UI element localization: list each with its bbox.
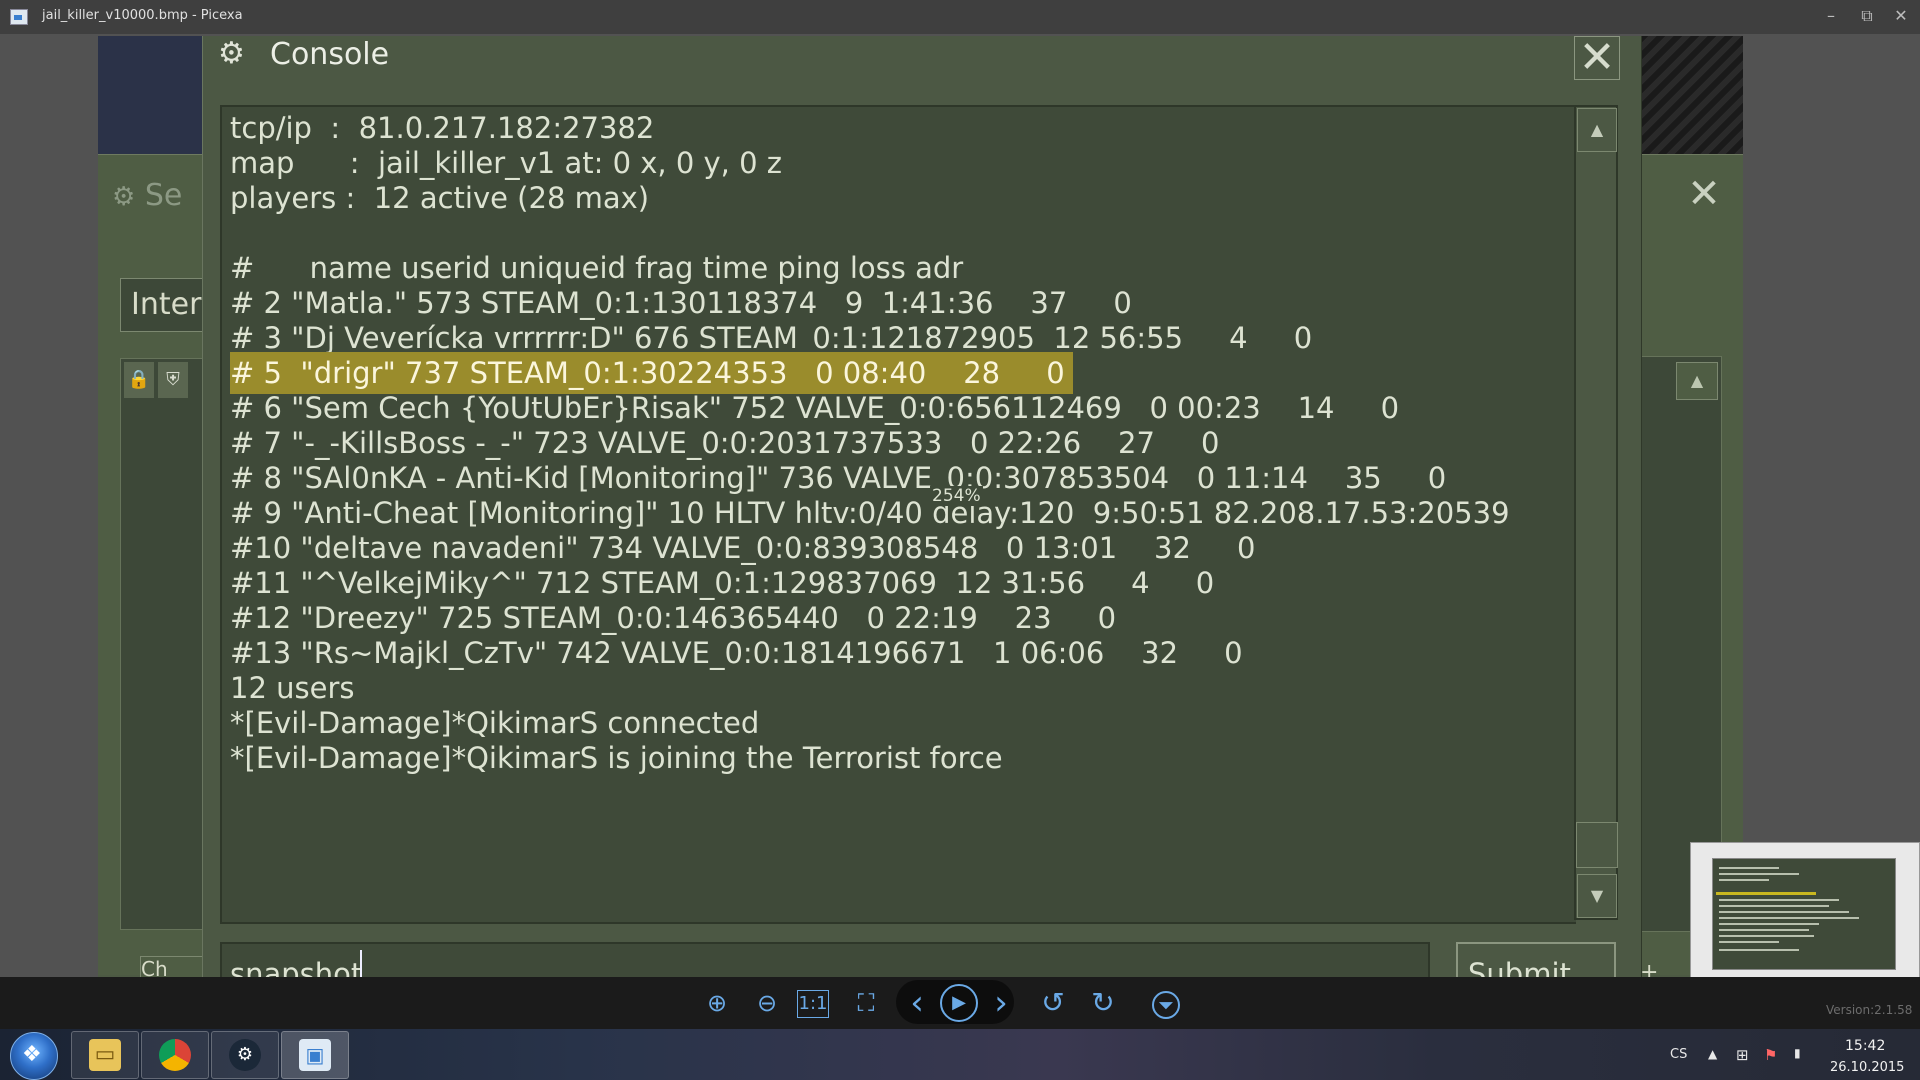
thumbnail-text-line (1719, 911, 1849, 913)
console-line: #13 "Rs~Majkl_CzTv" 742 VALVE_0:0:181419… (230, 636, 1243, 670)
more-options-icon[interactable]: ⏷ (1152, 991, 1180, 1019)
server-window-title: ⚙ Se (112, 178, 182, 213)
thumbnail-preview (1712, 858, 1896, 970)
console-line: players : 12 active (28 max) (230, 181, 650, 215)
rotate-left-icon[interactable]: ↺ (1034, 984, 1072, 1022)
steam-icon: ⚙ (112, 182, 136, 212)
minimize-button[interactable]: – (1818, 4, 1844, 28)
server-list-panel (120, 358, 204, 930)
server-scroll-up-button[interactable]: ▲ (1676, 362, 1718, 400)
thumbnail-text-line (1719, 905, 1829, 907)
console-title: Console (270, 37, 390, 72)
clock-date[interactable]: 26.10.2015 (1830, 1060, 1904, 1075)
thumbnail-text-line (1719, 949, 1799, 951)
play-slideshow-icon[interactable]: ▶ (940, 984, 978, 1022)
thumbnail-text-line (1719, 929, 1809, 931)
steam-icon: ⚙ (218, 36, 245, 71)
console-output[interactable]: tcp/ip : 81.0.217.182:27382 map : jail_k… (220, 105, 1576, 924)
restore-button[interactable]: ⧉ (1854, 4, 1880, 28)
submit-button[interactable]: Submit (1456, 942, 1616, 978)
image-viewer-icon: ▣ (299, 1039, 331, 1071)
console-close-button[interactable]: ✕ (1574, 36, 1620, 80)
actual-size-button[interactable]: 1:1 (797, 990, 829, 1018)
next-icon[interactable]: › (982, 984, 1020, 1022)
version-label: Version:2.1.58 (1826, 1003, 1913, 1017)
taskbar-steam[interactable]: ⚙ (211, 1031, 279, 1079)
thumbnail-text-line (1719, 873, 1799, 875)
thumbnail-text-line (1719, 917, 1859, 919)
text-caret (360, 950, 362, 978)
language-indicator[interactable]: CS (1670, 1047, 1687, 1062)
thumbnail-text-line (1719, 899, 1839, 901)
previous-icon[interactable]: ‹ (898, 984, 936, 1022)
folder-icon: ▭ (89, 1039, 121, 1071)
window-title: jail_killer_v10000.bmp - Picexa (42, 8, 243, 23)
taskbar-chrome[interactable] (141, 1031, 209, 1079)
console-command-input[interactable]: snapshot (220, 942, 1430, 978)
thumbnail-text-line (1719, 923, 1819, 925)
zoom-out-icon[interactable]: ⊖ (748, 984, 786, 1022)
rotate-right-icon[interactable]: ↻ (1084, 984, 1122, 1022)
game-background-texture (1640, 36, 1743, 156)
windows-flag-icon[interactable]: ⊞ (1736, 1046, 1749, 1064)
title-bar: jail_killer_v10000.bmp - Picexa – ⧉ ✕ (0, 0, 1920, 34)
picexa-app-icon (10, 9, 28, 25)
shield-icon[interactable]: ⛨ (158, 362, 188, 398)
action-center-icon[interactable]: ⚑ (1764, 1046, 1777, 1064)
console-line: *[Evil-Damage]*QikimarS is joining the T… (230, 741, 1003, 775)
thumbnail-text-line (1719, 935, 1814, 937)
windows-logo-icon: ❖ (22, 1042, 42, 1067)
thumbnail-text-line (1719, 941, 1779, 943)
chrome-icon (159, 1039, 191, 1071)
server-window-title-text: Se (144, 178, 183, 213)
server-close-button[interactable]: ✕ (1686, 174, 1722, 214)
console-scroll-thumb[interactable] (1576, 822, 1618, 868)
network-icon[interactable]: ▮ (1794, 1046, 1801, 1060)
show-hidden-icons-button[interactable]: ▲ (1708, 1047, 1717, 1061)
close-window-button[interactable]: ✕ (1888, 4, 1914, 28)
steam-icon: ⚙ (229, 1039, 261, 1071)
console-scroll-up-button[interactable]: ▲ (1577, 108, 1617, 152)
taskbar-picexa[interactable]: ▣ (281, 1031, 349, 1079)
zoom-in-icon[interactable]: ⊕ (698, 984, 736, 1022)
taskbar-file-explorer[interactable]: ▭ (71, 1031, 139, 1079)
game-background (98, 36, 202, 156)
zoom-level-tooltip: 254% (930, 486, 983, 506)
thumbnail-highlight (1716, 892, 1816, 895)
fit-screen-icon[interactable]: ⛶ (847, 984, 885, 1022)
console-scroll-down-button[interactable]: ▼ (1577, 874, 1617, 918)
start-button[interactable]: ❖ (10, 1032, 58, 1080)
lock-icon[interactable]: 🔒 (124, 362, 154, 398)
thumbnail-text-line (1719, 867, 1779, 869)
thumbnail-text-line (1719, 879, 1769, 881)
clock-time[interactable]: 15:42 (1845, 1038, 1885, 1054)
console-scrollbar[interactable] (1574, 105, 1618, 920)
